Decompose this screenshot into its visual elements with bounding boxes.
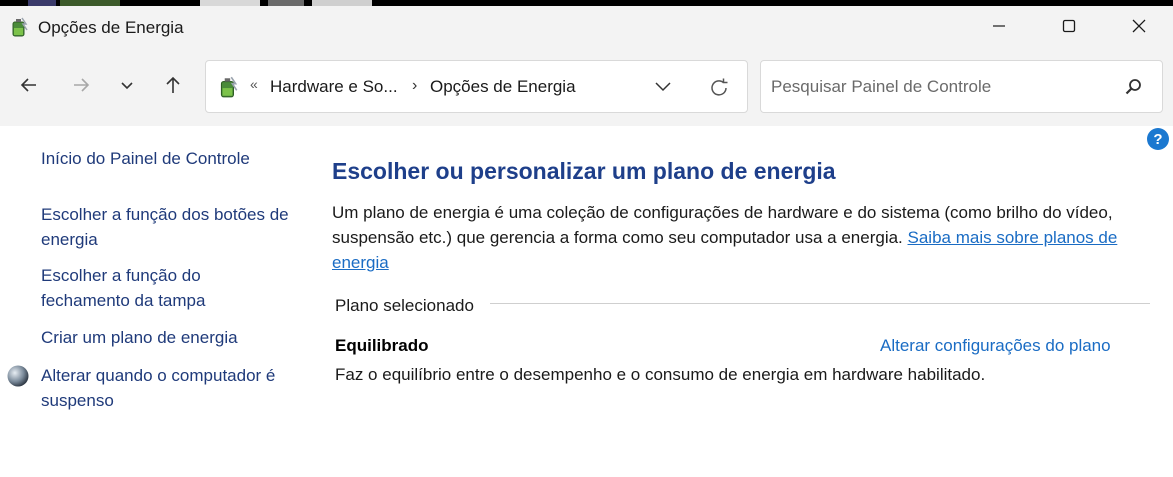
close-button[interactable] <box>1104 6 1173 50</box>
maximize-icon <box>1062 19 1076 38</box>
maximize-button[interactable] <box>1034 6 1104 50</box>
back-button[interactable] <box>14 72 44 102</box>
sidebar-item-sleep-settings[interactable]: Alterar quando o computador é suspenso <box>41 363 291 413</box>
window-title: Opções de Energia <box>38 18 184 37</box>
plan-name: Equilibrado <box>335 336 429 355</box>
address-dropdown-button[interactable] <box>652 77 674 97</box>
minimize-button[interactable] <box>964 6 1034 50</box>
change-plan-settings-link[interactable]: Alterar configurações do plano <box>880 336 1111 356</box>
forward-button[interactable] <box>66 72 96 102</box>
sidebar-item-power-buttons[interactable]: Escolher a função dos botões de energia <box>41 202 291 252</box>
section-label: Plano selecionado <box>335 296 474 315</box>
address-bar[interactable]: « Hardware e So... › Opções de Energia <box>205 60 748 113</box>
sidebar-item-create-plan[interactable]: Criar um plano de energia <box>41 325 238 350</box>
arrow-up-icon <box>163 75 183 100</box>
address-overflow-chevron[interactable]: « <box>250 76 258 92</box>
plan-description: Faz o equilíbrio entre o desempenho e o … <box>335 365 986 384</box>
close-icon <box>1131 18 1147 39</box>
page-description: Um plano de energia é uma coleção de con… <box>332 200 1157 275</box>
page-title: Escolher ou personalizar um plano de ene… <box>332 158 836 184</box>
breadcrumb-separator[interactable]: › <box>412 77 417 95</box>
moon-sleep-icon <box>6 364 30 388</box>
sidebar: Início do Painel de Controle Escolher a … <box>0 126 300 477</box>
breadcrumb-power-options[interactable]: Opções de Energia <box>430 77 576 97</box>
title-bar: Opções de Energia <box>0 6 1173 50</box>
breadcrumb-hardware[interactable]: Hardware e So... <box>270 77 398 97</box>
section-divider <box>490 303 1150 304</box>
refresh-icon[interactable] <box>706 75 732 101</box>
minimize-icon <box>992 19 1006 38</box>
power-options-battery-icon <box>216 75 240 99</box>
search-input[interactable] <box>771 75 1111 99</box>
search-icon[interactable] <box>1123 77 1143 97</box>
sidebar-item-control-panel-home[interactable]: Início do Painel de Controle <box>41 146 250 171</box>
help-icon[interactable]: ? <box>1147 128 1169 150</box>
recent-locations-button[interactable] <box>112 72 142 102</box>
navigation-bar: « Hardware e So... › Opções de Energia <box>0 50 1173 126</box>
arrow-right-icon <box>71 75 91 100</box>
power-options-battery-icon <box>8 16 30 38</box>
search-box[interactable] <box>760 60 1163 113</box>
up-button[interactable] <box>158 72 188 102</box>
chevron-down-icon <box>119 77 135 98</box>
arrow-left-icon <box>19 75 39 100</box>
sidebar-item-lid-closing[interactable]: Escolher a função do fechamento da tampa <box>41 263 291 313</box>
